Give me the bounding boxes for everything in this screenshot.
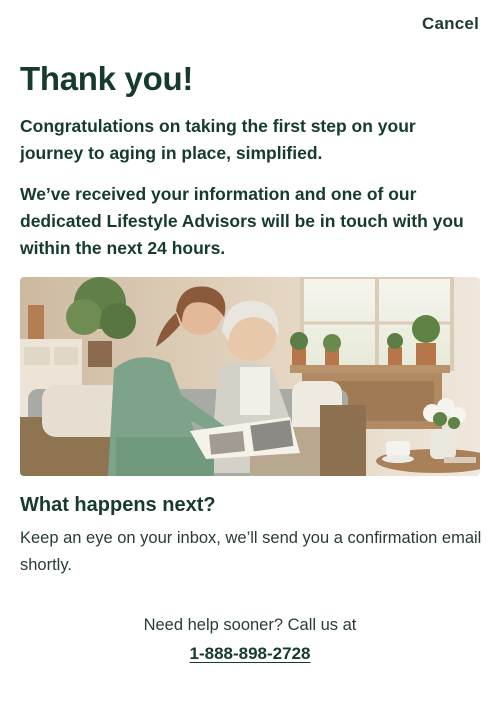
phone-link[interactable]: 1-888-898-2728 [190,644,311,663]
page-title: Thank you! [20,60,194,97]
hero-photo [20,277,480,476]
inbox-info-text: Keep an eye on your inbox, we’ll send yo… [20,529,482,574]
cancel-button[interactable]: Cancel [422,14,479,34]
what-happens-next-heading: What happens next? [20,494,216,516]
help-text: Need help sooner? Call us at [143,616,357,634]
phone-link-wrapper: 1-888-898-2728 [0,644,500,664]
congratulations-text: Congratulations on taking the first step… [20,116,416,163]
received-info-text: We’ve received your information and one … [20,184,464,258]
